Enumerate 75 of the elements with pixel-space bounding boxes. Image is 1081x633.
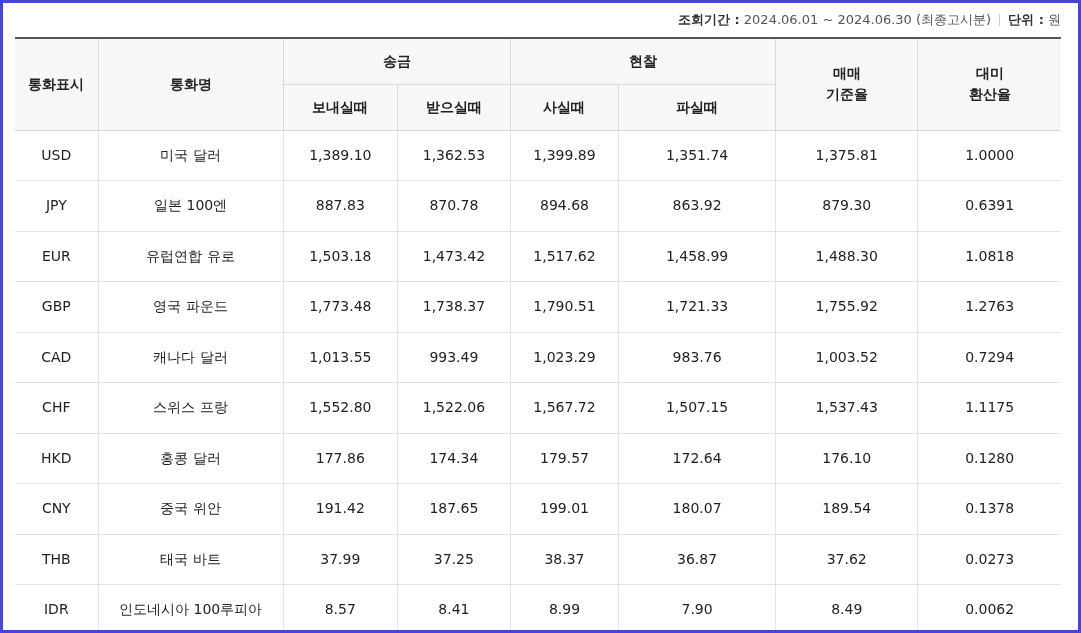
table-cell: 1,552.80 bbox=[283, 382, 398, 433]
table-cell: 894.68 bbox=[510, 180, 619, 231]
table-cell: 캐나다 달러 bbox=[98, 332, 284, 383]
table-cell: CHF bbox=[15, 382, 99, 433]
table-cell: 887.83 bbox=[283, 180, 398, 231]
table-cell: 홍콩 달러 bbox=[98, 433, 284, 484]
table-cell: 993.49 bbox=[397, 332, 511, 383]
table-cell: 863.92 bbox=[618, 180, 776, 231]
column-header: 보내실때 bbox=[283, 84, 398, 130]
table-cell: HKD bbox=[15, 433, 99, 484]
unit-text: 단위 : 원 bbox=[1008, 11, 1061, 30]
table-cell: 1,013.55 bbox=[283, 332, 398, 383]
table-cell: 983.76 bbox=[618, 332, 776, 383]
table-cell: 영국 파운드 bbox=[98, 281, 284, 332]
table-cell: 1,375.81 bbox=[775, 130, 918, 181]
table-cell: 1,488.30 bbox=[775, 231, 918, 282]
period-text: 조회기간 : 2024.06.01 ~ 2024.06.30 (최종고시분) bbox=[677, 11, 992, 30]
table-cell: 199.01 bbox=[510, 483, 619, 534]
column-header: 대미 환산율 bbox=[917, 38, 1061, 130]
table-cell: 38.37 bbox=[510, 534, 619, 585]
table-cell: 37.25 bbox=[397, 534, 511, 585]
table-cell: 176.10 bbox=[775, 433, 918, 484]
table-cell: 180.07 bbox=[618, 483, 776, 534]
table-cell: 미국 달러 bbox=[98, 130, 284, 181]
table-cell: 일본 100엔 bbox=[98, 180, 284, 231]
column-header: 사실때 bbox=[510, 84, 619, 130]
table-cell: 스위스 프랑 bbox=[98, 382, 284, 433]
column-header: 통화명 bbox=[98, 38, 284, 130]
table-cell: 1,721.33 bbox=[618, 281, 776, 332]
column-header: 송금 bbox=[283, 38, 511, 84]
table-cell: 1,773.48 bbox=[283, 281, 398, 332]
table-cell: 1,351.74 bbox=[618, 130, 776, 181]
table-cell: 36.87 bbox=[618, 534, 776, 585]
table-cell: GBP bbox=[15, 281, 99, 332]
table-cell: 1,399.89 bbox=[510, 130, 619, 181]
table-cell: 1,503.18 bbox=[283, 231, 398, 282]
table-cell: 37.62 bbox=[775, 534, 918, 585]
table-cell: 1,023.29 bbox=[510, 332, 619, 383]
table-cell: 1,362.53 bbox=[397, 130, 511, 181]
table-cell: 1,755.92 bbox=[775, 281, 918, 332]
table-cell: 1,738.37 bbox=[397, 281, 511, 332]
table-cell: THB bbox=[15, 534, 99, 585]
column-header: 매매 기준율 bbox=[775, 38, 918, 130]
table-cell: 1,003.52 bbox=[775, 332, 918, 383]
table-cell: 중국 위안 bbox=[98, 483, 284, 534]
column-header: 현찰 bbox=[510, 38, 776, 84]
table-cell: 1,517.62 bbox=[510, 231, 619, 282]
table-cell: 189.54 bbox=[775, 483, 918, 534]
table-cell: 1,537.43 bbox=[775, 382, 918, 433]
table-cell: 187.65 bbox=[397, 483, 511, 534]
column-header: 통화표시 bbox=[15, 38, 99, 130]
table-cell: 유럽연합 유로 bbox=[98, 231, 284, 282]
table-cell: USD bbox=[15, 130, 99, 181]
table-cell: CAD bbox=[15, 332, 99, 383]
table-cell: 870.78 bbox=[397, 180, 511, 231]
table-cell: 177.86 bbox=[283, 433, 398, 484]
table-cell: 37.99 bbox=[283, 534, 398, 585]
table-cell: 879.30 bbox=[775, 180, 918, 231]
table-cell: 1,473.42 bbox=[397, 231, 511, 282]
table-cell: 1,567.72 bbox=[510, 382, 619, 433]
table-cell: CNY bbox=[15, 483, 99, 534]
table-cell: 1,522.06 bbox=[397, 382, 511, 433]
table-cell: 1,458.99 bbox=[618, 231, 776, 282]
table-cell: 174.34 bbox=[397, 433, 511, 484]
table-cell: 179.57 bbox=[510, 433, 619, 484]
table-cell: 태국 바트 bbox=[98, 534, 284, 585]
table-cell: 191.42 bbox=[283, 483, 398, 534]
table-cell: 1,507.15 bbox=[618, 382, 776, 433]
table-cell: JPY bbox=[15, 180, 99, 231]
table-cell: 1,389.10 bbox=[283, 130, 398, 181]
column-header: 파실때 bbox=[618, 84, 776, 130]
table-cell: 172.64 bbox=[618, 433, 776, 484]
table-cell: 1,790.51 bbox=[510, 281, 619, 332]
column-header: 받으실때 bbox=[397, 84, 511, 130]
table-cell: EUR bbox=[15, 231, 99, 282]
